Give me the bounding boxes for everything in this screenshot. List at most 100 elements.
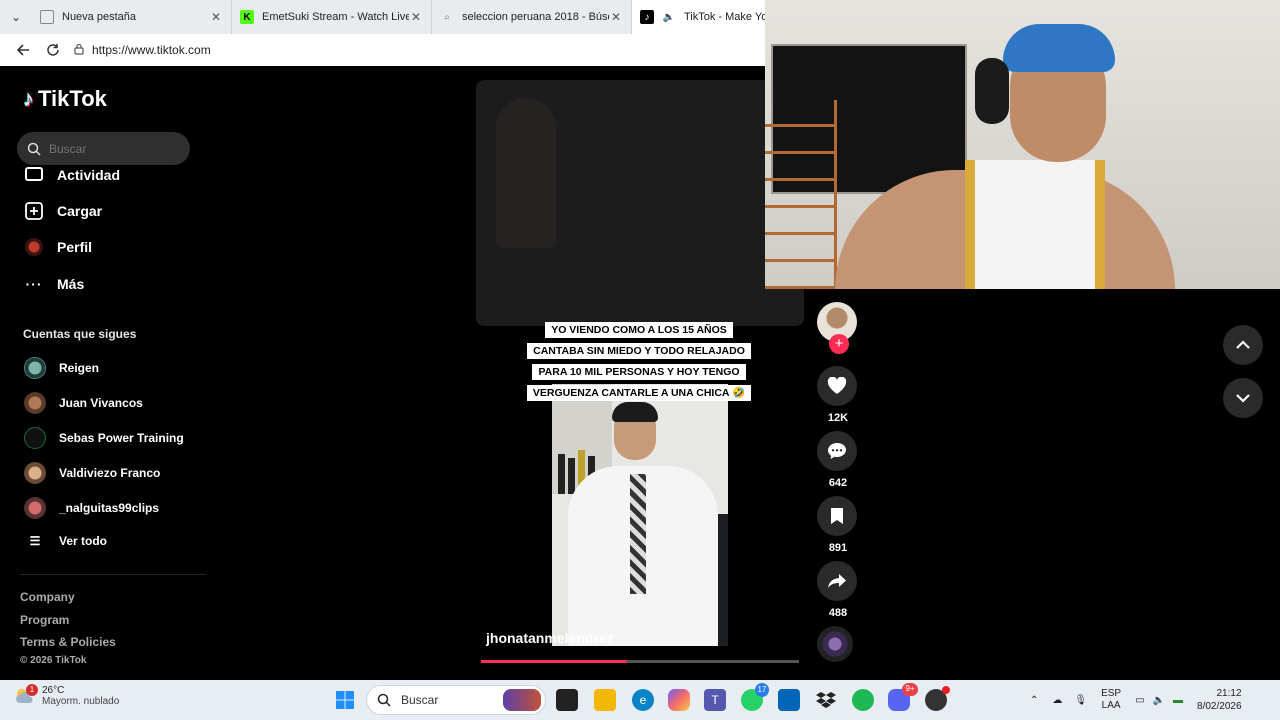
chevron-up-icon[interactable]: ⌃ xyxy=(1030,695,1038,706)
language-indicator[interactable]: ESP LAA xyxy=(1101,688,1121,712)
share-arrow-icon xyxy=(828,574,846,588)
network-cloud-icon[interactable]: ☁ xyxy=(1052,695,1062,706)
like-button[interactable] xyxy=(817,366,857,406)
search-highlight-icon xyxy=(503,689,541,711)
following-account[interactable]: Juan Vivancos xyxy=(24,392,143,414)
avatar xyxy=(24,497,46,519)
teams-icon[interactable]: T xyxy=(704,689,726,711)
next-video-button[interactable] xyxy=(1223,378,1263,418)
lock-icon xyxy=(74,43,84,58)
search-icon xyxy=(27,142,41,156)
chevron-down-icon xyxy=(1236,394,1250,403)
close-tab-icon[interactable]: ✕ xyxy=(209,10,223,24)
follow-plus-button[interactable]: + xyxy=(829,334,849,354)
tab-search[interactable]: ⌕ seleccion peruana 2018 - Búsqueda ✕ xyxy=(432,0,632,34)
music-disc-icon[interactable] xyxy=(817,626,853,662)
save-button[interactable] xyxy=(817,496,857,536)
progress-fill xyxy=(481,660,628,663)
speaker-icon[interactable]: 🔈 xyxy=(662,10,676,24)
account-name: _nalguitas99clips xyxy=(59,501,160,515)
tab-title: Nueva pestaña xyxy=(62,11,136,23)
video-tie xyxy=(630,474,646,594)
tab-list-chevron-icon[interactable]: ⌄ xyxy=(0,0,32,34)
time: 21:12 xyxy=(1216,688,1242,699)
url-field[interactable]: https://www.tiktok.com xyxy=(74,43,211,58)
tiktok-logo[interactable]: ♪ TikTok xyxy=(23,86,107,112)
copyright: © 2026 TikTok xyxy=(20,655,87,666)
weather-widget[interactable]: 1 26°C Mayorm. nublado xyxy=(14,684,119,707)
dropbox-icon[interactable] xyxy=(815,689,837,711)
taskbar: 1 26°C Mayorm. nublado Buscar e T 17 9+ … xyxy=(0,680,1280,720)
sidebar: ♪ TikTok Actividad Cargar Perfil ··· xyxy=(4,66,214,678)
taskbar-search[interactable]: Buscar xyxy=(366,685,546,715)
following-account[interactable]: Reigen xyxy=(24,357,99,379)
close-tab-icon[interactable]: ✕ xyxy=(409,10,423,24)
previous-video-button[interactable] xyxy=(1223,325,1263,365)
battery-icon[interactable]: ▬ xyxy=(1173,695,1183,706)
close-tab-icon[interactable]: ✕ xyxy=(609,10,623,24)
app-icon[interactable] xyxy=(925,686,950,711)
task-view-icon[interactable] xyxy=(556,689,578,711)
following-account[interactable]: Sebas Power Training xyxy=(24,427,184,449)
video-progress-bar[interactable] xyxy=(481,660,799,663)
sidebar-item-activity[interactable]: Actividad xyxy=(23,164,120,186)
comment-icon xyxy=(828,443,846,459)
video-username[interactable]: jhonatanmelendrez xyxy=(486,630,614,646)
comment-button[interactable] xyxy=(817,431,857,471)
avatar xyxy=(24,357,46,379)
windows-start-icon[interactable] xyxy=(334,689,356,711)
search-icon xyxy=(377,693,391,707)
see-all-link[interactable]: ☰ Ver todo xyxy=(24,534,107,548)
video-caption: YO VIENDO COMO A LOS 15 AÑOS CANTABA SIN… xyxy=(524,320,754,404)
sidebar-item-upload[interactable]: Cargar xyxy=(23,200,102,222)
microphone-icon[interactable]: 🎙 xyxy=(1074,695,1087,706)
see-all-label: Ver todo xyxy=(59,534,108,548)
sidebar-item-label: Cargar xyxy=(57,203,103,219)
tab-new-tab[interactable]: Nueva pestaña ✕ xyxy=(32,0,232,34)
system-tray: ⌃ ☁ 🎙 ESP LAA ▭ 🔈 ▬ 21:12 8/02/2026 xyxy=(1030,680,1242,720)
copilot-icon[interactable] xyxy=(668,689,690,711)
like-count: 12K xyxy=(827,412,849,424)
language-sub: LAA xyxy=(1101,700,1121,711)
more-dots-icon: ··· xyxy=(25,276,43,292)
clock[interactable]: 21:12 8/02/2026 xyxy=(1197,687,1242,713)
edge-browser-icon[interactable]: e xyxy=(632,689,654,711)
new-tab-icon xyxy=(40,10,54,24)
following-account[interactable]: Valdiviezo Franco xyxy=(24,462,160,484)
volume-icon[interactable]: 🔈 xyxy=(1153,695,1165,706)
refresh-icon[interactable] xyxy=(38,36,68,64)
weather-badge: 1 xyxy=(26,684,38,696)
sidebar-item-more[interactable]: ··· Más xyxy=(23,273,85,295)
footer-terms-link[interactable]: Terms & Policies xyxy=(20,635,116,649)
avatar xyxy=(24,427,46,449)
file-explorer-icon[interactable] xyxy=(594,689,616,711)
share-button[interactable] xyxy=(817,561,857,601)
address-bar: https://www.tiktok.com xyxy=(0,34,770,66)
footer-program-link[interactable]: Program xyxy=(20,613,69,627)
sidebar-item-profile[interactable]: Perfil xyxy=(23,236,92,258)
wifi-icon[interactable]: ▭ xyxy=(1135,695,1144,706)
sidebar-item-label: Actividad xyxy=(57,167,121,183)
back-arrow-icon[interactable] xyxy=(8,36,38,64)
sidebar-divider xyxy=(20,574,206,575)
tab-title: seleccion peruana 2018 - Búsqueda xyxy=(462,11,609,23)
sidebar-item-label: Más xyxy=(57,276,85,292)
search-input[interactable] xyxy=(49,141,169,156)
video-player[interactable] xyxy=(552,384,728,646)
heart-icon xyxy=(827,377,847,394)
language-code: ESP xyxy=(1101,688,1122,699)
footer-company-link[interactable]: Company xyxy=(20,590,75,604)
whatsapp-badge: 17 xyxy=(755,683,769,697)
spotify-icon[interactable] xyxy=(852,689,874,711)
video-figure xyxy=(496,98,556,248)
date: 8/02/2026 xyxy=(1197,701,1242,712)
kick-icon: K xyxy=(240,10,254,24)
webcam-shirt xyxy=(965,160,1105,289)
tab-kick[interactable]: K EmetSuki Stream - Watch Live on Kick ✕ xyxy=(232,0,432,34)
previous-video-preview[interactable] xyxy=(476,80,804,326)
store-icon[interactable] xyxy=(778,689,800,711)
discord-icon[interactable]: 9+ xyxy=(888,683,918,711)
whatsapp-icon[interactable]: 17 xyxy=(741,683,769,711)
following-account[interactable]: _nalguitas99clips xyxy=(24,497,159,519)
search-box[interactable] xyxy=(17,132,190,165)
